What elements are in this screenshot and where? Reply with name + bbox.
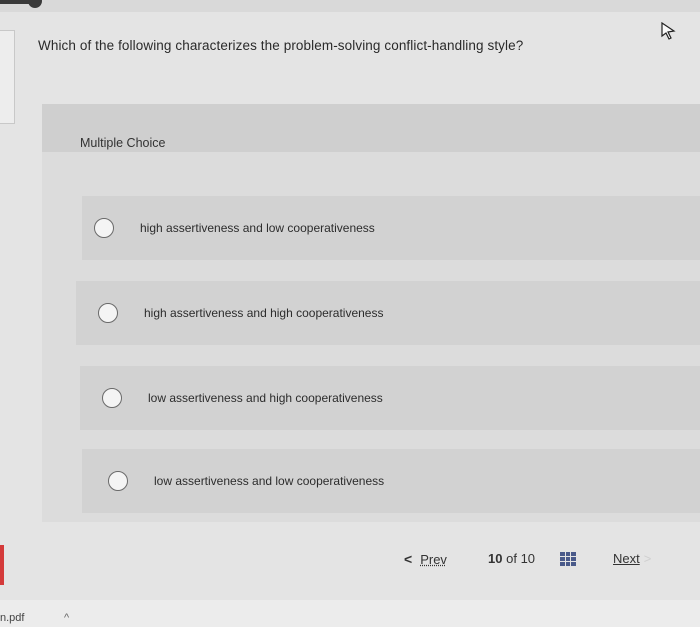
answer-option[interactable]: low assertiveness and high cooperativene… [80,366,700,430]
grid-icon[interactable] [560,552,576,566]
current-page: 10 [488,551,503,566]
question-text: Which of the following characterizes the… [38,38,524,53]
answer-option-label: high assertiveness and high cooperativen… [144,306,384,320]
answer-option[interactable]: low assertiveness and low cooperativenes… [82,449,700,513]
next-label: Next [613,551,640,566]
answer-option-label: low assertiveness and high cooperativene… [148,391,383,405]
prev-label: Prev [420,552,447,567]
radio-button[interactable] [102,388,122,408]
answer-option[interactable]: high assertiveness and high cooperativen… [76,281,700,345]
page-of-label: of [506,551,517,566]
top-shadow [0,0,30,4]
answer-option[interactable]: high assertiveness and low cooperativene… [82,196,700,260]
prev-button[interactable]: < Prev [404,551,447,567]
multiple-choice-label: Multiple Choice [80,136,166,150]
total-pages: 10 [520,551,536,566]
mouse-cursor-icon [661,22,676,40]
caret-up-icon[interactable]: ^ [64,612,69,624]
left-side-tab[interactable] [0,30,15,124]
download-bar [0,600,700,627]
red-indicator-strip [0,545,4,585]
chevron-left-icon: < [404,551,413,567]
radio-button[interactable] [108,471,128,491]
answer-option-label: high assertiveness and low cooperativene… [140,221,375,235]
download-file-label[interactable]: n.pdf [0,612,24,624]
radio-button[interactable] [98,303,118,323]
chevron-right-icon: > [643,551,652,566]
answer-option-label: low assertiveness and low cooperativenes… [154,474,385,488]
multiple-choice-header: Multiple Choice [42,104,700,152]
radio-button[interactable] [94,218,114,238]
page-indicator: 10 of 10 [488,551,535,566]
top-bar [0,0,700,12]
next-button[interactable]: Next > [613,551,651,566]
